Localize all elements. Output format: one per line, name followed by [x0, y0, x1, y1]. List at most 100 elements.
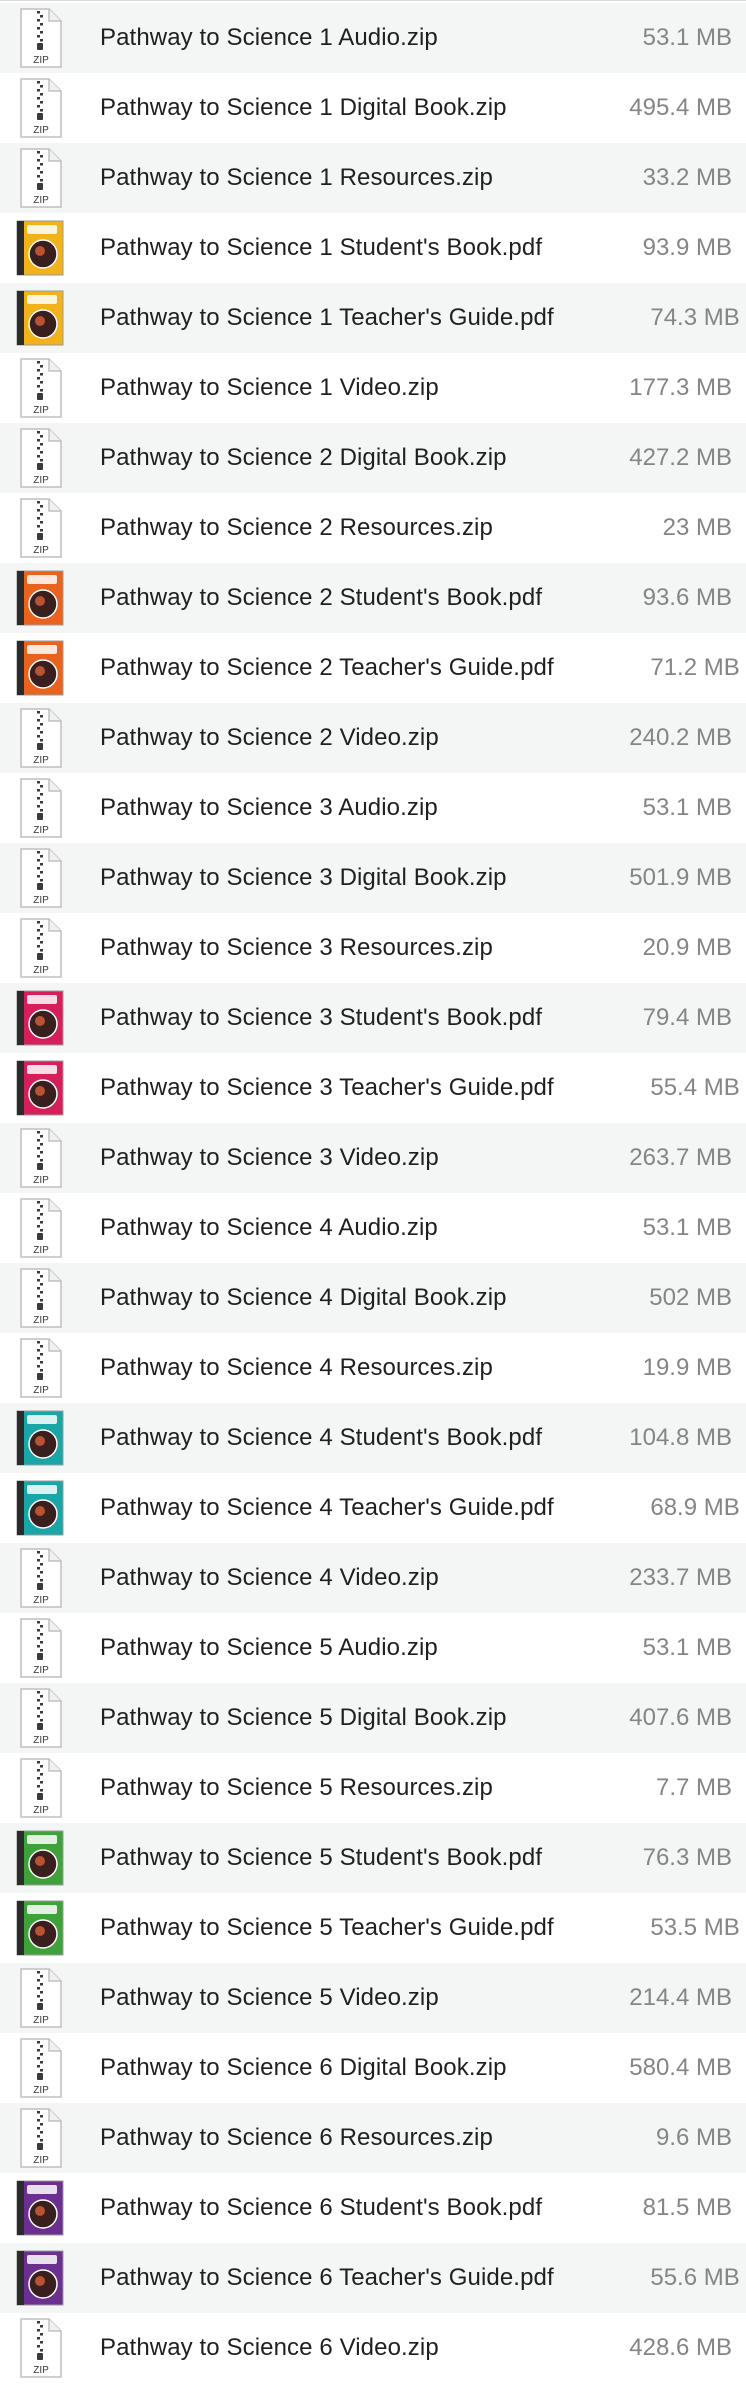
file-size: 23 MB	[662, 514, 732, 541]
file-row[interactable]: ZIP Pathway to Science 6 Digital Book.zi…	[0, 2033, 746, 2103]
file-row[interactable]: ZIP Pathway to Science 5 Resources.zip 7…	[0, 1753, 746, 1823]
file-name: Pathway to Science 1 Digital Book.zip	[100, 94, 507, 121]
zip-badge-label: ZIP	[33, 125, 49, 136]
file-name: Pathway to Science 3 Digital Book.zip	[100, 864, 507, 891]
file-size: 55.4 MB	[650, 1074, 740, 1101]
zip-badge-label: ZIP	[33, 755, 49, 766]
file-icon	[15, 1057, 65, 1119]
file-row[interactable]: ZIP Pathway to Science 2 Resources.zip 2…	[0, 493, 746, 563]
file-name: Pathway to Science 4 Digital Book.zip	[100, 1284, 507, 1311]
file-row[interactable]: ZIP Pathway to Science 2 Digital Book.zi…	[0, 423, 746, 493]
zip-badge-label: ZIP	[33, 1245, 49, 1256]
zip-badge-label: ZIP	[33, 895, 49, 906]
zip-file-icon: ZIP	[16, 1127, 64, 1189]
file-size: 53.1 MB	[642, 794, 732, 821]
file-name: Pathway to Science 1 Teacher's Guide.pdf	[100, 304, 554, 331]
zip-file-icon: ZIP	[16, 427, 64, 489]
file-row[interactable]: ZIP Pathway to Science 3 Digital Book.zi…	[0, 843, 746, 913]
file-row[interactable]: Pathway to Science 3 Student's Book.pdf …	[0, 983, 746, 1053]
file-size: 9.6 MB	[655, 2124, 732, 2151]
file-row[interactable]: ZIP Pathway to Science 1 Digital Book.zi…	[0, 73, 746, 143]
file-icon: ZIP	[15, 1337, 65, 1399]
file-icon: ZIP	[15, 2317, 65, 2379]
pdf-cover-icon	[15, 2179, 65, 2237]
file-row[interactable]: ZIP Pathway to Science 3 Audio.zip 53.1 …	[0, 773, 746, 843]
file-row[interactable]: ZIP Pathway to Science 1 Audio.zip 53.1 …	[0, 3, 746, 73]
file-row[interactable]: Pathway to Science 4 Student's Book.pdf …	[0, 1403, 746, 1473]
file-icon	[15, 637, 65, 699]
file-row[interactable]: Pathway to Science 1 Teacher's Guide.pdf…	[0, 283, 746, 353]
file-icon	[15, 987, 65, 1049]
file-row[interactable]: ZIP Pathway to Science 4 Digital Book.zi…	[0, 1263, 746, 1333]
zip-file-icon: ZIP	[16, 1617, 64, 1679]
file-row[interactable]: Pathway to Science 1 Student's Book.pdf …	[0, 213, 746, 283]
file-name: Pathway to Science 6 Student's Book.pdf	[100, 2194, 543, 2221]
file-name: Pathway to Science 4 Audio.zip	[100, 1214, 438, 1241]
zip-file-icon: ZIP	[16, 1547, 64, 1609]
file-row[interactable]: ZIP Pathway to Science 3 Video.zip 263.7…	[0, 1123, 746, 1193]
file-size: 53.5 MB	[650, 1914, 740, 1941]
zip-file-icon: ZIP	[16, 707, 64, 769]
file-row[interactable]: Pathway to Science 6 Teacher's Guide.pdf…	[0, 2243, 746, 2313]
zip-badge-label: ZIP	[33, 545, 49, 556]
zip-file-icon: ZIP	[16, 2037, 64, 2099]
file-name: Pathway to Science 2 Video.zip	[100, 724, 439, 751]
file-icon	[15, 2247, 65, 2309]
file-row[interactable]: ZIP Pathway to Science 4 Resources.zip 1…	[0, 1333, 746, 1403]
file-size: 81.5 MB	[642, 2194, 732, 2221]
zip-badge-label: ZIP	[33, 475, 49, 486]
file-icon: ZIP	[15, 1617, 65, 1679]
file-row[interactable]: Pathway to Science 5 Student's Book.pdf …	[0, 1823, 746, 1893]
file-row[interactable]: ZIP Pathway to Science 1 Video.zip 177.3…	[0, 353, 746, 423]
file-row[interactable]: Pathway to Science 2 Teacher's Guide.pdf…	[0, 633, 746, 703]
file-row[interactable]: Pathway to Science 2 Student's Book.pdf …	[0, 563, 746, 633]
zip-file-icon: ZIP	[16, 2107, 64, 2169]
file-icon: ZIP	[15, 1547, 65, 1609]
file-row[interactable]: ZIP Pathway to Science 2 Video.zip 240.2…	[0, 703, 746, 773]
zip-badge-label: ZIP	[33, 965, 49, 976]
file-icon	[15, 567, 65, 629]
file-icon: ZIP	[15, 1127, 65, 1189]
zip-badge-label: ZIP	[33, 2365, 49, 2376]
file-list: ZIP Pathway to Science 1 Audio.zip 53.1 …	[0, 0, 746, 2383]
file-row[interactable]: ZIP Pathway to Science 1 Resources.zip 3…	[0, 143, 746, 213]
file-row[interactable]: ZIP Pathway to Science 5 Audio.zip 53.1 …	[0, 1613, 746, 1683]
file-row[interactable]: Pathway to Science 4 Teacher's Guide.pdf…	[0, 1473, 746, 1543]
zip-file-icon: ZIP	[16, 1267, 64, 1329]
file-icon: ZIP	[15, 2107, 65, 2169]
file-name: Pathway to Science 2 Resources.zip	[100, 514, 493, 541]
file-name: Pathway to Science 6 Resources.zip	[100, 2124, 493, 2151]
file-row[interactable]: Pathway to Science 6 Student's Book.pdf …	[0, 2173, 746, 2243]
zip-file-icon: ZIP	[16, 2317, 64, 2379]
pdf-cover-icon	[15, 289, 65, 347]
file-row[interactable]: ZIP Pathway to Science 6 Video.zip 428.6…	[0, 2313, 746, 2383]
file-size: 68.9 MB	[650, 1494, 740, 1521]
file-row[interactable]: ZIP Pathway to Science 3 Resources.zip 2…	[0, 913, 746, 983]
file-row[interactable]: Pathway to Science 5 Teacher's Guide.pdf…	[0, 1893, 746, 1963]
file-size: 428.6 MB	[629, 2334, 732, 2361]
pdf-cover-icon	[15, 1829, 65, 1887]
zip-badge-label: ZIP	[33, 55, 49, 66]
pdf-cover-icon	[15, 989, 65, 1047]
file-name: Pathway to Science 3 Resources.zip	[100, 934, 493, 961]
file-name: Pathway to Science 3 Video.zip	[100, 1144, 439, 1171]
file-name: Pathway to Science 3 Student's Book.pdf	[100, 1004, 543, 1031]
file-row[interactable]: ZIP Pathway to Science 5 Digital Book.zi…	[0, 1683, 746, 1753]
zip-badge-label: ZIP	[33, 1385, 49, 1396]
zip-file-icon: ZIP	[16, 77, 64, 139]
file-row[interactable]: ZIP Pathway to Science 6 Resources.zip 9…	[0, 2103, 746, 2173]
zip-file-icon: ZIP	[16, 777, 64, 839]
file-name: Pathway to Science 5 Video.zip	[100, 1984, 439, 2011]
zip-badge-label: ZIP	[33, 1805, 49, 1816]
zip-badge-label: ZIP	[33, 2085, 49, 2096]
file-row[interactable]: ZIP Pathway to Science 4 Audio.zip 53.1 …	[0, 1193, 746, 1263]
file-size: 263.7 MB	[629, 1144, 732, 1171]
file-icon: ZIP	[15, 497, 65, 559]
file-size: 501.9 MB	[629, 864, 732, 891]
file-row[interactable]: Pathway to Science 3 Teacher's Guide.pdf…	[0, 1053, 746, 1123]
file-row[interactable]: ZIP Pathway to Science 4 Video.zip 233.7…	[0, 1543, 746, 1613]
file-row[interactable]: ZIP Pathway to Science 5 Video.zip 214.4…	[0, 1963, 746, 2033]
file-icon: ZIP	[15, 1267, 65, 1329]
file-name: Pathway to Science 6 Teacher's Guide.pdf	[100, 2264, 554, 2291]
file-name: Pathway to Science 4 Video.zip	[100, 1564, 439, 1591]
